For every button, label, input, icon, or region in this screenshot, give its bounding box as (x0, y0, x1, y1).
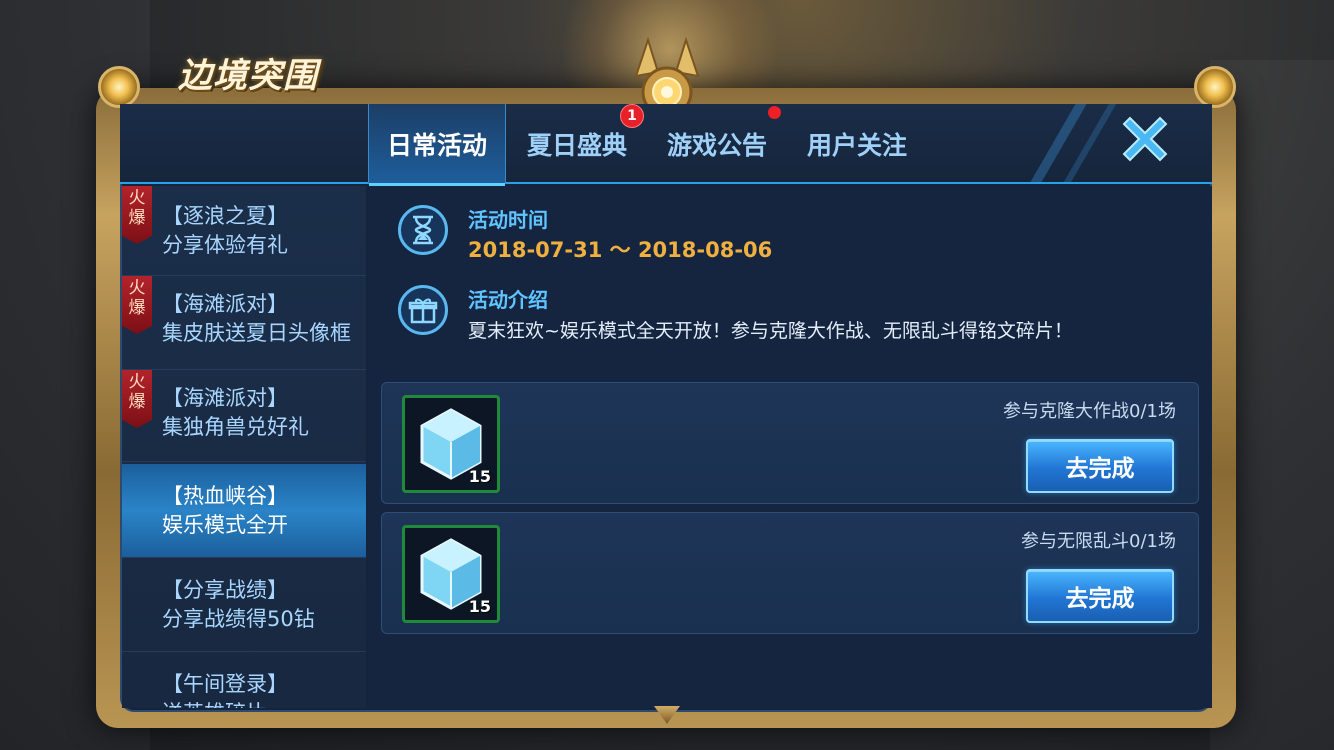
activity-time-label: 活动时间 (468, 208, 548, 232)
sidebar-item-subtitle: 集皮肤送夏日头像框 (162, 321, 351, 345)
task-card: 15 参与克隆大作战0/1场 去完成 (381, 382, 1199, 504)
corner-orb-right-icon (1194, 66, 1236, 108)
corner-orb-left-icon (98, 66, 140, 108)
sidebar-item-subtitle: 娱乐模式全开 (162, 513, 288, 537)
sidebar-item-subtitle: 集独角兽兑好礼 (162, 415, 309, 439)
notification-badge: 1 (620, 104, 644, 128)
sidebar-item-title: 【热血峡谷】 (162, 484, 288, 508)
sidebar-item-title: 【逐浪之夏】 (162, 204, 288, 228)
tab-label: 游戏公告 (666, 131, 767, 160)
hot-tag: 火爆 (122, 370, 152, 428)
reward-slot[interactable]: 15 (402, 395, 500, 493)
sidebar-item-beach-party-unicorn[interactable]: 火爆 【海滩派对】 集独角兽兑好礼 (122, 370, 366, 462)
reward-slot[interactable]: 15 (402, 525, 500, 623)
tab-game-announcements[interactable]: 游戏公告 (650, 104, 784, 184)
activity-intro-text: 夏末狂欢~娱乐模式全天开放！参与克隆大作战、无限乱斗得铭文碎片！ (468, 320, 1073, 342)
notification-dot (768, 106, 781, 119)
reward-count: 15 (468, 597, 491, 616)
tab-daily-activities[interactable]: 日常活动 (368, 104, 506, 186)
activity-sidebar[interactable]: 火爆 【逐浪之夏】 分享体验有礼 火爆 【海滩派对】 集皮肤送夏日头像框 火爆 … (122, 186, 366, 708)
sidebar-item-beach-party-skins[interactable]: 火爆 【海滩派对】 集皮肤送夏日头像框 (122, 276, 366, 370)
sidebar-item-summer-waves[interactable]: 火爆 【逐浪之夏】 分享体验有礼 (122, 186, 366, 276)
close-button[interactable] (1116, 110, 1174, 168)
close-x-icon (1122, 116, 1168, 162)
sidebar-item-noon-login[interactable]: 【午间登录】 送英雄碎片 (122, 652, 366, 708)
tab-label: 用户关注 (806, 131, 907, 160)
go-complete-button[interactable]: 去完成 (1026, 569, 1174, 623)
hot-tag: 火爆 (122, 186, 152, 244)
sidebar-item-title: 【午间登录】 (162, 672, 288, 696)
hot-tag: 火爆 (122, 276, 152, 334)
gift-icon (398, 285, 448, 335)
activity-intro-label: 活动介绍 (468, 288, 548, 312)
game-title: 边境突围 (178, 56, 318, 96)
tab-user-follow[interactable]: 用户关注 (790, 104, 924, 184)
tab-label: 夏日盛典 (526, 131, 627, 160)
sidebar-item-subtitle: 送英雄碎片 (162, 699, 366, 708)
activity-time-value: 2018-07-31 ～ 2018-08-06 (468, 238, 773, 262)
sidebar-item-blood-canyon[interactable]: 【热血峡谷】 娱乐模式全开 (122, 464, 366, 558)
task-card: 15 参与无限乱斗0/1场 去完成 (381, 512, 1199, 634)
sidebar-item-title: 【分享战绩】 (162, 578, 288, 602)
tab-label: 日常活动 (386, 131, 487, 160)
sidebar-item-subtitle: 分享体验有礼 (162, 233, 288, 257)
task-description: 参与无限乱斗0/1场 (1021, 531, 1176, 552)
task-description: 参与克隆大作战0/1场 (1003, 401, 1176, 422)
reward-count: 15 (468, 467, 491, 486)
sidebar-item-title: 【海滩派对】 (162, 292, 288, 316)
sidebar-item-share-record[interactable]: 【分享战绩】 分享战绩得50钻 (122, 558, 366, 652)
sidebar-item-subtitle: 分享战绩得50钻 (162, 607, 315, 631)
go-complete-button[interactable]: 去完成 (1026, 439, 1174, 493)
hourglass-icon (398, 205, 448, 255)
sidebar-item-title: 【海滩派对】 (162, 386, 288, 410)
